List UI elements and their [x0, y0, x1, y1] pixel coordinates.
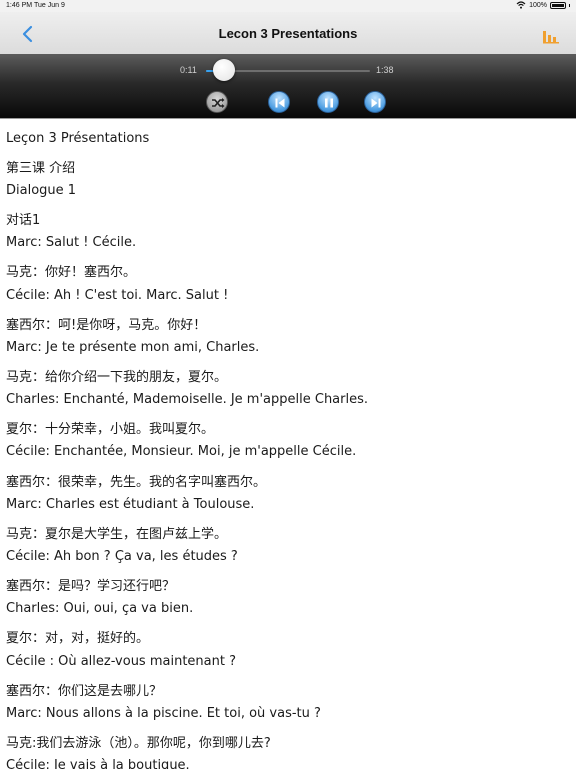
transcript-line: Marc: Nous allons à la piscine. Et toi, … [6, 706, 321, 721]
battery-tip [569, 3, 570, 7]
transcript-line: Cécile: Ah bon ? Ça va, les études ? [6, 549, 238, 564]
current-time: 0:11 [180, 65, 197, 75]
transcript-line: Leçon 3 Présentations [6, 131, 150, 146]
navigation-bar: Lecon 3 Presentations [0, 12, 576, 55]
transcript-line: Cécile: Enchantée, Monsieur. Moi, je m'a… [6, 444, 357, 459]
transcript-line: Charles: Oui, oui, ça va bien. [6, 601, 194, 616]
status-bar: 1:46 PM Tue Jun 9 100% [0, 0, 576, 12]
page-title: Lecon 3 Presentations [218, 26, 358, 41]
battery-percent: 100% [529, 1, 547, 9]
transcript-line: 塞西尔：你们这是去哪儿？ [6, 684, 163, 699]
previous-button[interactable] [268, 91, 290, 113]
transcript-line: Dialogue 1 [6, 183, 77, 198]
status-right: 100% [516, 1, 570, 9]
skip-previous-icon [275, 98, 285, 108]
status-time: 1:46 PM [6, 2, 33, 9]
wifi-icon [516, 1, 526, 9]
next-button[interactable] [364, 91, 386, 113]
transcript-line: Marc: Je te présente mon ami, Charles. [6, 340, 260, 355]
transcript-line: 塞西尔：是吗？学习还行吧？ [6, 579, 176, 594]
total-time: 1:38 [376, 65, 394, 75]
transcript-line: 马克：夏尔是大学生，在图卢兹上学。 [6, 527, 228, 542]
transcript-line: 夏尔：对，对，挺好的。 [6, 631, 150, 646]
shuffle-icon [212, 98, 225, 108]
transcript-line: 对话1 [6, 213, 41, 228]
transcript-line: 塞西尔：很荣幸，先生。我的名字叫塞西尔。 [6, 475, 267, 490]
chart-button[interactable] [542, 26, 560, 44]
bar-chart-icon [543, 31, 559, 44]
transcript-line: 马克:我们去游泳（池）。那你呢，你到哪儿去? [6, 736, 271, 751]
transcript-line: 马克：你好！塞西尔。 [6, 265, 137, 280]
transcript-content[interactable]: Leçon 3 Présentations 第三课 介绍 Dialogue 1 … [0, 118, 576, 769]
shuffle-button[interactable] [206, 91, 228, 113]
transcript-line: Cécile : Où allez-vous maintenant ? [6, 654, 236, 669]
status-date: Tue Jun 9 [34, 2, 65, 9]
audio-player: 0:11 1:38 [0, 54, 576, 118]
transcript-line: 塞西尔：呵!是你呀，马克。你好！ [6, 318, 207, 333]
skip-next-icon [371, 98, 381, 108]
battery-icon [550, 1, 566, 9]
transcript-line: Charles: Enchanté, Mademoiselle. Je m'ap… [6, 392, 369, 407]
transcript-line: Marc: Charles est étudiant à Toulouse. [6, 497, 255, 512]
progress-thumb[interactable] [213, 59, 236, 81]
transcript-line: Cécile: Je vais à la boutique. [6, 758, 190, 769]
pause-button[interactable] [317, 91, 339, 113]
transcript-line: 第三课 介绍 [6, 161, 76, 176]
transcript-line: 马克：给你介绍一下我的朋友，夏尔。 [6, 370, 228, 385]
transcript-line: Marc: Salut ! Cécile. [6, 235, 137, 250]
transcript-line: Cécile: Ah ! C'est toi. Marc. Salut ! [6, 288, 229, 303]
transcript-line: 夏尔：十分荣幸，小姐。我叫夏尔。 [6, 422, 215, 437]
pause-icon [325, 98, 333, 108]
